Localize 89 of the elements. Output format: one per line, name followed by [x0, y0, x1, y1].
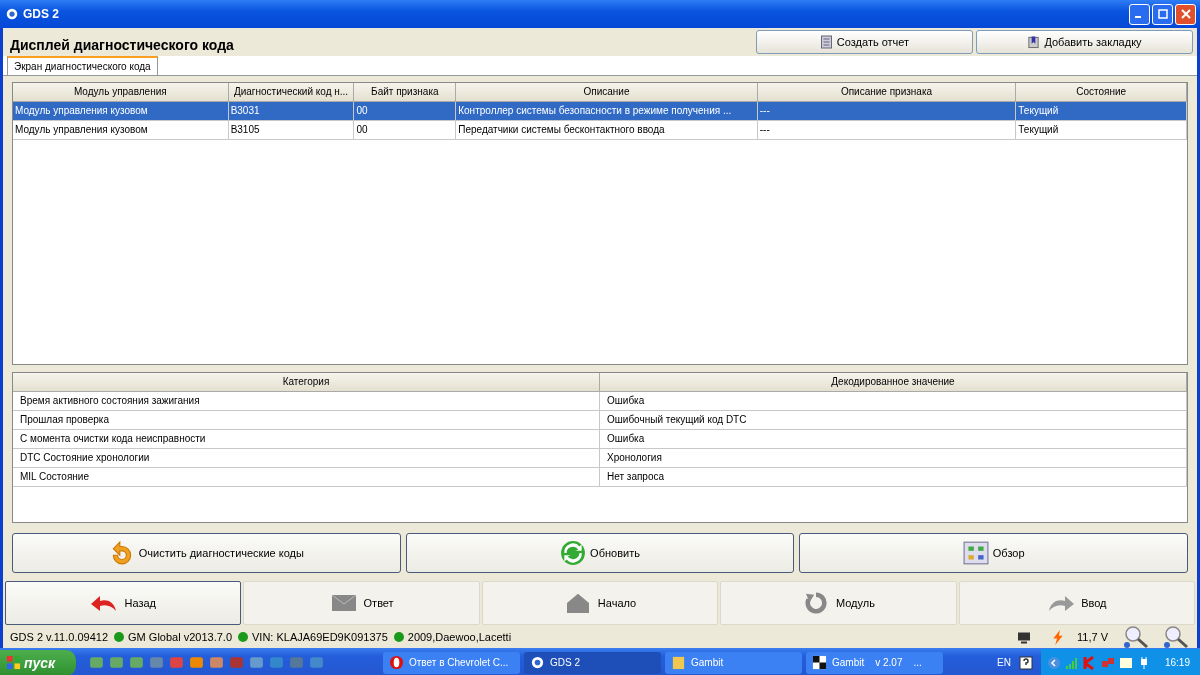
create-report-button[interactable]: Создать отчет: [756, 30, 973, 54]
table-cell: Нет запроса: [600, 468, 1187, 486]
document-icon: [819, 35, 833, 49]
status-text: 2009,Daewoo,Lacetti: [407, 631, 512, 643]
status-text: VIN: KLAJA69ED9K091375: [252, 631, 388, 643]
quick-launch-icon[interactable]: [168, 654, 185, 671]
maximize-icon: [1157, 9, 1168, 19]
table-cell: B3105: [228, 121, 355, 139]
table-cell: ---: [757, 102, 1017, 120]
windows-flag-icon: [6, 655, 21, 670]
minimize-button[interactable]: [1129, 3, 1150, 25]
taskbar-button[interactable]: Gambit v 2.07 ...: [806, 651, 943, 674]
table-cell: Время активного состояния зажигания: [13, 392, 600, 410]
taskbar-button[interactable]: GDS 2: [524, 651, 661, 674]
chevron-icon[interactable]: [1046, 655, 1061, 670]
table-cell: Ошибочный текущий код DTC: [600, 411, 1187, 429]
column-header[interactable]: Описание: [456, 83, 758, 101]
voltage-reading: 11,7 V: [1077, 631, 1108, 643]
envelope-icon: [329, 592, 358, 614]
table-cell: Текущий: [1016, 121, 1187, 139]
note-icon[interactable]: [1118, 655, 1133, 670]
bookmark-icon: [1027, 35, 1041, 49]
quick-launch-icon[interactable]: [228, 654, 245, 671]
dtc-row[interactable]: Модуль управления кузовом B3105 00 Передатчики системы бесконтактного ввода --- Текущий: [13, 121, 1187, 140]
table-cell: 00: [354, 102, 457, 120]
column-header[interactable]: Категория: [13, 373, 600, 391]
quick-launch-icon[interactable]: [148, 654, 165, 671]
column-header[interactable]: Описание признака: [757, 83, 1017, 101]
table-cell: С момента очистки кода неисправности: [13, 430, 600, 448]
column-header[interactable]: Байт признака: [354, 83, 457, 101]
network-icon[interactable]: [1100, 655, 1115, 670]
table-cell: Прошлая проверка: [13, 411, 600, 429]
quick-launch-icon[interactable]: [288, 654, 305, 671]
back-button[interactable]: Назад: [5, 581, 242, 625]
table-cell: Модуль управления кузовом: [13, 121, 229, 139]
column-header[interactable]: Диагностический код н...: [228, 83, 355, 101]
taskbar-button[interactable]: Ответ в Chevrolet C...: [383, 651, 520, 674]
close-button[interactable]: [1175, 3, 1196, 25]
refresh-button[interactable]: Обновить: [405, 533, 795, 573]
add-bookmark-button[interactable]: Добавить закладку: [976, 30, 1193, 54]
dtc-row[interactable]: Модуль управления кузовом B3031 00 Контроллер системы безопасности в режиме получения ... --- Текущий: [13, 102, 1187, 121]
column-header[interactable]: Декодированное значение: [600, 373, 1187, 391]
zoom-in-icon[interactable]: [1162, 625, 1190, 649]
refresh-icon: [560, 540, 587, 566]
table-cell: Ошибка: [600, 430, 1187, 448]
table-cell: Хронология: [600, 449, 1187, 467]
table-cell: Модуль управления кузовом: [13, 102, 229, 120]
table-cell: Текущий: [1016, 102, 1187, 120]
quick-launch-icon[interactable]: [248, 654, 265, 671]
column-header[interactable]: Модуль управления: [13, 83, 229, 101]
overview-button[interactable]: Обзор: [799, 533, 1188, 573]
table-cell: B3031: [228, 102, 355, 120]
maximize-button[interactable]: [1152, 3, 1173, 25]
folder-icon: [671, 655, 686, 670]
quick-launch-icon[interactable]: [108, 654, 125, 671]
screen-title: Дисплей диагностического кода: [9, 36, 235, 53]
status-text: GDS 2 v.11.0.09412: [10, 631, 109, 643]
quick-launch-icon[interactable]: [308, 654, 325, 671]
quick-launch-icon[interactable]: [208, 654, 225, 671]
table-cell: MIL Состояние: [13, 468, 600, 486]
status-text: GM Global v2013.7.0: [128, 631, 232, 643]
quick-launch-icon[interactable]: [88, 654, 105, 671]
screen-tab[interactable]: Экран диагностического кода: [7, 56, 158, 75]
grid-window-icon: [962, 540, 989, 566]
app-logo-icon: [530, 655, 545, 670]
signal-icon[interactable]: [1064, 655, 1079, 670]
table-cell: DTC Состояние хронологии: [13, 449, 600, 467]
table-cell: Ошибка: [600, 392, 1187, 410]
zoom-out-icon[interactable]: [1122, 625, 1150, 649]
lightning-icon: [1051, 629, 1065, 645]
column-header[interactable]: Состояние: [1016, 83, 1187, 101]
quick-launch-icon[interactable]: [268, 654, 285, 671]
table-cell: Контроллер системы безопасности в режиме получения ...: [456, 102, 758, 120]
close-icon: [1180, 9, 1191, 19]
window-title: GDS 2: [23, 7, 59, 21]
clock: 16:19: [1164, 657, 1190, 668]
table-cell: ---: [757, 121, 1017, 139]
help-icon[interactable]: [1018, 655, 1033, 670]
quick-launch-icon[interactable]: [188, 654, 205, 671]
table-cell: Передатчики системы бесконтактного ввода: [456, 121, 758, 139]
browser-icon: [389, 655, 404, 670]
checkerboard-icon: [812, 655, 827, 670]
clear-codes-button[interactable]: Очистить диагностические коды: [12, 533, 401, 573]
quick-launch-icon[interactable]: [128, 654, 145, 671]
table-cell: 00: [354, 121, 457, 139]
minimize-icon: [1135, 16, 1141, 18]
app-logo-icon: [5, 7, 19, 21]
language-indicator[interactable]: EN: [997, 657, 1011, 668]
taskbar-button[interactable]: Gambit: [665, 651, 802, 674]
